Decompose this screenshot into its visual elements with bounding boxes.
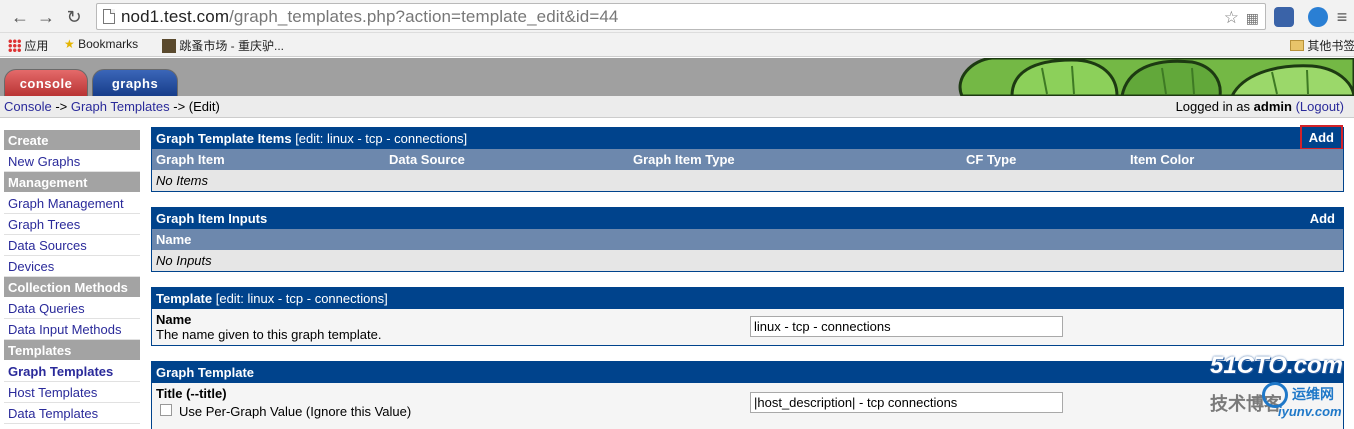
menu-item-new-graphs[interactable]: New Graphs bbox=[4, 151, 140, 172]
panel-title: Graph Item Inputs Add bbox=[152, 208, 1343, 229]
menu-header-management: Management bbox=[4, 172, 140, 193]
graph-title-input[interactable] bbox=[750, 392, 1063, 413]
menu-header-templates: Templates bbox=[4, 340, 140, 361]
reload-icon[interactable]: ↻ bbox=[62, 5, 86, 29]
apps-icon bbox=[8, 39, 21, 52]
column-data-source: Data Source bbox=[389, 152, 465, 167]
add-graph-item-button[interactable]: Add bbox=[1299, 125, 1343, 150]
graph-item-inputs-panel: Graph Item Inputs Add Name No Inputs bbox=[151, 207, 1344, 272]
page-icon bbox=[103, 9, 115, 24]
column-graph-item-type: Graph Item Type bbox=[633, 152, 735, 167]
address-bar[interactable]: nod1.test.com/graph_templates.php?action… bbox=[96, 3, 1266, 30]
breadcrumb: Console -> Graph Templates -> (Edit) Log… bbox=[0, 96, 1354, 118]
menu-item-host-templates[interactable]: Host Templates bbox=[4, 382, 140, 403]
graph-template-panel: Graph Template Title (--title) Use Per-G… bbox=[151, 361, 1344, 429]
graph-title-row: Title (--title) Use Per-Graph Value (Ign… bbox=[152, 383, 1343, 429]
name-label: Name bbox=[156, 312, 192, 327]
panel-title: Graph Template bbox=[152, 362, 1343, 383]
title-label: Title (--title) bbox=[156, 386, 227, 401]
sidebar-menu: Create New Graphs Management Graph Manag… bbox=[4, 130, 140, 424]
no-items-text: No Items bbox=[152, 170, 1343, 191]
menu-item-data-sources[interactable]: Data Sources bbox=[4, 235, 140, 256]
breadcrumb-current: (Edit) bbox=[188, 99, 220, 114]
breadcrumb-separator: -> bbox=[169, 99, 189, 114]
browser-toolbar: ← → ↻ nod1.test.com/graph_templates.php?… bbox=[0, 0, 1354, 33]
menu-header-collection-methods: Collection Methods bbox=[4, 277, 140, 298]
menu-icon[interactable]: ≡ bbox=[1330, 5, 1354, 29]
panel-title: Template [edit: linux - tcp - connection… bbox=[152, 288, 1343, 309]
template-panel: Template [edit: linux - tcp - connection… bbox=[151, 287, 1344, 346]
column-cf-type: CF Type bbox=[966, 152, 1017, 167]
bookmark-site[interactable]: 跳蚤市场 - 重庆驴... bbox=[162, 37, 284, 54]
site-icon bbox=[162, 39, 176, 53]
menu-item-data-input-methods[interactable]: Data Input Methods bbox=[4, 319, 140, 340]
add-input-button[interactable]: Add bbox=[1310, 208, 1335, 229]
menu-item-graph-templates[interactable]: Graph Templates bbox=[4, 361, 140, 382]
column-name: Name bbox=[156, 232, 192, 247]
items-table-header: Graph Item Data Source Graph Item Type C… bbox=[152, 149, 1343, 170]
menu-item-graph-management[interactable]: Graph Management bbox=[4, 193, 140, 214]
per-graph-value-checkbox[interactable] bbox=[160, 404, 172, 416]
star-icon: ★ bbox=[64, 37, 75, 51]
panel-title: Graph Template Items [edit: linux - tcp … bbox=[152, 125, 1343, 150]
no-inputs-text: No Inputs bbox=[152, 250, 1343, 271]
bookmark-star-icon[interactable]: ☆ bbox=[1224, 8, 1239, 28]
menu-item-graph-trees[interactable]: Graph Trees bbox=[4, 214, 140, 235]
cactus-logo-image bbox=[952, 58, 1354, 96]
translate-icon[interactable]: ▦ bbox=[1246, 10, 1259, 27]
login-status: Logged in as admin (Logout) bbox=[1175, 99, 1344, 114]
bookmark-apps[interactable]: 应用 bbox=[8, 37, 48, 54]
url-text[interactable]: nod1.test.com/graph_templates.php?action… bbox=[121, 7, 618, 27]
column-graph-item: Graph Item bbox=[156, 152, 225, 167]
column-item-color: Item Color bbox=[1130, 152, 1195, 167]
menu-item-data-templates[interactable]: Data Templates bbox=[4, 403, 140, 424]
tab-console[interactable]: console bbox=[4, 69, 88, 96]
template-name-input[interactable] bbox=[750, 316, 1063, 337]
extension-icon[interactable] bbox=[1274, 7, 1294, 27]
bookmark-bookmarks[interactable]: ★ Bookmarks bbox=[64, 37, 138, 51]
graph-template-items-panel: Graph Template Items [edit: linux - tcp … bbox=[151, 125, 1344, 192]
breadcrumb-separator: -> bbox=[51, 99, 71, 114]
breadcrumb-graph-templates-link[interactable]: Graph Templates bbox=[71, 99, 170, 114]
name-description: The name given to this graph template. bbox=[156, 327, 382, 342]
menu-header-create: Create bbox=[4, 130, 140, 151]
back-icon[interactable]: ← bbox=[8, 5, 32, 29]
tab-graphs[interactable]: graphs bbox=[92, 69, 178, 96]
inputs-table-header: Name bbox=[152, 229, 1343, 250]
menu-item-data-queries[interactable]: Data Queries bbox=[4, 298, 140, 319]
template-name-row: Name The name given to this graph templa… bbox=[152, 309, 1343, 345]
breadcrumb-console-link[interactable]: Console bbox=[4, 99, 52, 114]
logout-link[interactable]: (Logout) bbox=[1296, 99, 1344, 114]
shield-extension-icon[interactable] bbox=[1308, 7, 1328, 27]
bookmark-other[interactable]: 其他书签 bbox=[1290, 37, 1354, 54]
menu-item-devices[interactable]: Devices bbox=[4, 256, 140, 277]
folder-icon bbox=[1290, 40, 1304, 51]
bookmarks-bar: 应用 ★ Bookmarks 跳蚤市场 - 重庆驴... 其他书签 bbox=[0, 33, 1354, 57]
per-graph-value-label: Use Per-Graph Value (Ignore this Value) bbox=[179, 404, 412, 419]
forward-icon[interactable]: → bbox=[34, 5, 58, 29]
username: admin bbox=[1253, 99, 1292, 114]
cacti-header: console graphs bbox=[0, 58, 1354, 96]
